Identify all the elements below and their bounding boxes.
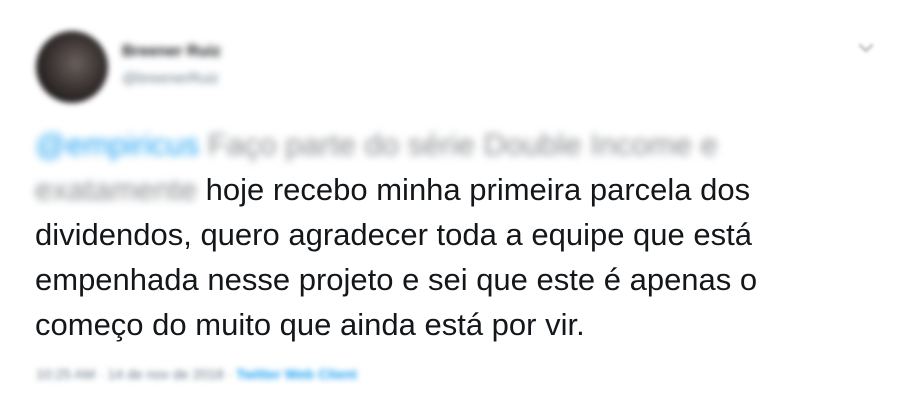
tweet-line-2: exatamente hoje recebo minha primeira pa… [35, 167, 885, 212]
meta-separator: · [95, 366, 108, 382]
tweet-time[interactable]: 10:25 AM [36, 366, 95, 382]
tweet-text-blurred-1: Faço parte do série Double Income e [199, 127, 718, 162]
tweet-line-3: dividendos, quero agradecer toda a equip… [35, 217, 752, 252]
tweet-text: @empiricus Faço parte do série Double In… [35, 122, 885, 347]
author-name[interactable]: Breener Ruiz [122, 43, 221, 61]
meta-separator-2: · [223, 366, 237, 382]
tweet-line-1: @empiricus Faço parte do série Double In… [35, 122, 885, 167]
tweet-text-clear-2: hoje recebo minha primeira parcela dos [197, 172, 751, 207]
chevron-down-icon[interactable] [854, 36, 878, 60]
avatar[interactable] [36, 31, 108, 103]
tweet-source-link[interactable]: Twitter Web Client [236, 366, 357, 382]
mention-link[interactable]: @empiricus [35, 127, 199, 162]
author-handle[interactable]: @breenerRuiz [122, 70, 219, 87]
tweet-line-5: começo do muito que ainda está por vir. [35, 307, 585, 342]
tweet-text-blurred-2: exatamente [35, 172, 197, 207]
tweet-meta: 10:25 AM · 14 de nov de 2018 · Twitter W… [36, 366, 357, 382]
tweet-date[interactable]: 14 de nov de 2018 [108, 366, 224, 382]
tweet-line-4: empenhada nesse projeto e sei que este é… [35, 262, 758, 297]
tweet-card: Breener Ruiz @breenerRuiz @empiricus Faç… [0, 0, 900, 415]
